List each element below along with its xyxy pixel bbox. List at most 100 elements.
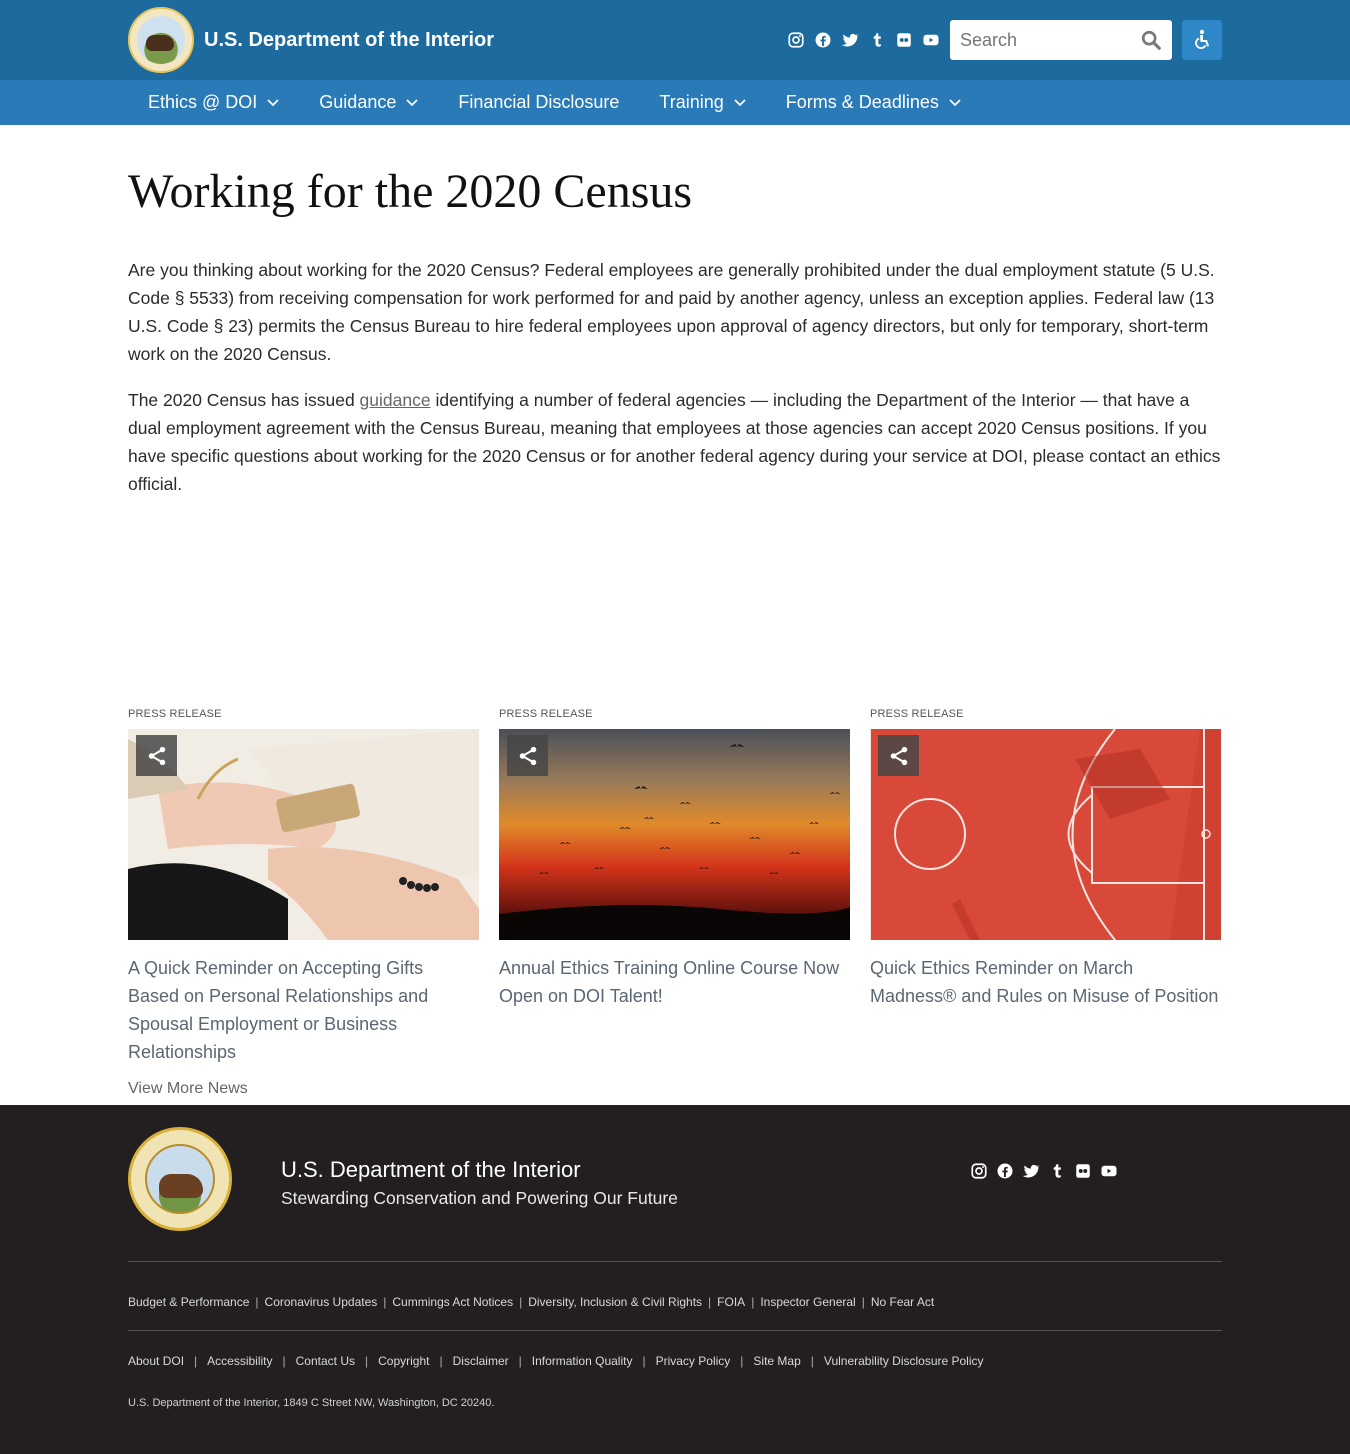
link-separator: | xyxy=(255,1295,259,1309)
link-separator: | xyxy=(751,1295,755,1309)
youtube-icon[interactable] xyxy=(922,31,940,49)
footer-link-information-quality[interactable]: Information Quality xyxy=(532,1354,633,1368)
nav-item-forms-deadlines[interactable]: Forms & Deadlines xyxy=(786,92,961,113)
footer-link-diversity[interactable]: Diversity, Inclusion & Civil Rights xyxy=(528,1295,702,1309)
card-image-sunset-birds[interactable] xyxy=(499,729,850,940)
link-separator: | xyxy=(439,1354,443,1368)
twitter-icon[interactable] xyxy=(841,31,859,49)
footer-link-no-fear-act[interactable]: No Fear Act xyxy=(871,1295,934,1309)
nav-item-label: Ethics @ DOI xyxy=(148,92,258,112)
link-separator: | xyxy=(708,1295,712,1309)
search-input[interactable] xyxy=(960,29,1130,51)
search-box xyxy=(950,20,1172,60)
nav-item-training[interactable]: Training xyxy=(659,92,746,113)
news-cards: PRESS RELEASE A Quick Reminder on Accept… xyxy=(128,708,1222,1066)
footer-link-coronavirus-updates[interactable]: Coronavirus Updates xyxy=(265,1295,378,1309)
nav-item-ethics-doi[interactable]: Ethics @ DOI xyxy=(148,92,279,113)
footer-divider xyxy=(128,1261,1222,1262)
facebook-icon[interactable] xyxy=(814,31,832,49)
link-separator: | xyxy=(810,1354,814,1368)
footer-tagline: Stewarding Conservation and Powering Our… xyxy=(281,1188,678,1208)
intro-paragraph: Are you thinking about working for the 2… xyxy=(128,260,1215,364)
basketball-court-photo xyxy=(870,729,1221,940)
share-button[interactable] xyxy=(507,735,548,776)
footer-links-primary: Budget & Performance | Coronavirus Update… xyxy=(128,1295,934,1309)
card-title[interactable]: A Quick Reminder on Accepting Gifts Base… xyxy=(128,954,479,1066)
share-button[interactable] xyxy=(878,735,919,776)
nav-item-label: Financial Disclosure xyxy=(458,92,620,112)
link-separator: | xyxy=(383,1295,387,1309)
card-kicker: PRESS RELEASE xyxy=(499,708,593,720)
footer-link-copyright[interactable]: Copyright xyxy=(378,1354,429,1368)
doi-seal-logo[interactable] xyxy=(128,7,194,73)
link-separator: | xyxy=(282,1354,286,1368)
facebook-icon[interactable] xyxy=(996,1162,1014,1180)
footer-link-site-map[interactable]: Site Map xyxy=(753,1354,800,1368)
footer-social-links xyxy=(970,1162,1118,1180)
doi-seal-logo[interactable] xyxy=(128,1127,232,1231)
tumblr-icon[interactable] xyxy=(1048,1162,1066,1180)
flickr-icon[interactable] xyxy=(1074,1162,1092,1180)
footer-title[interactable]: U.S. Department of the Interior xyxy=(281,1157,581,1183)
twitter-icon[interactable] xyxy=(1022,1162,1040,1180)
sunset-birds-photo xyxy=(499,729,850,940)
card-image-basketball-court[interactable] xyxy=(870,729,1221,940)
footer-link-accessibility[interactable]: Accessibility xyxy=(207,1354,272,1368)
card-image-gift-exchange[interactable] xyxy=(128,729,479,940)
chevron-down-icon xyxy=(734,98,746,106)
site-footer: U.S. Department of the Interior Stewardi… xyxy=(0,1105,1350,1454)
accessibility-button[interactable] xyxy=(1182,20,1222,60)
link-separator: | xyxy=(642,1354,646,1368)
share-icon xyxy=(890,746,907,765)
footer-link-budget-performance[interactable]: Budget & Performance xyxy=(128,1295,249,1309)
footer-divider xyxy=(128,1330,1222,1331)
page-title: Working for the 2020 Census xyxy=(128,165,693,218)
census-guidance-paragraph: The 2020 Census has issued guidance iden… xyxy=(128,386,1222,498)
site-header: U.S. Department of the Interior xyxy=(0,0,1350,80)
footer-address: U.S. Department of the Interior, 1849 C … xyxy=(128,1397,495,1409)
share-icon xyxy=(148,746,165,765)
chevron-down-icon xyxy=(949,98,961,106)
footer-link-about-doi[interactable]: About DOI xyxy=(128,1354,184,1368)
footer-link-privacy-policy[interactable]: Privacy Policy xyxy=(656,1354,731,1368)
chevron-down-icon xyxy=(406,98,418,106)
main-navigation: Ethics @ DOI Guidance Financial Disclosu… xyxy=(0,80,1350,125)
footer-link-cummings-act[interactable]: Cummings Act Notices xyxy=(392,1295,513,1309)
instagram-icon[interactable] xyxy=(970,1162,988,1180)
gift-hands-photo xyxy=(128,729,479,940)
news-card[interactable]: PRESS RELEASE Annual Ethics Training Onl… xyxy=(499,708,850,1066)
instagram-icon[interactable] xyxy=(787,31,805,49)
accessibility-icon xyxy=(1195,29,1209,49)
link-separator: | xyxy=(740,1354,744,1368)
footer-link-vulnerability-disclosure[interactable]: Vulnerability Disclosure Policy xyxy=(824,1354,984,1368)
footer-link-disclaimer[interactable]: Disclaimer xyxy=(453,1354,509,1368)
nav-item-label: Forms & Deadlines xyxy=(785,92,939,112)
news-card[interactable]: PRESS RELEASE A Quick Reminder on Accept… xyxy=(128,708,479,1066)
view-more-news-link[interactable]: View More News xyxy=(128,1080,248,1098)
nav-item-guidance[interactable]: Guidance xyxy=(319,92,418,113)
site-title[interactable]: U.S. Department of the Interior xyxy=(204,29,494,52)
footer-links-secondary: About DOI | Accessibility | Contact Us | Co… xyxy=(128,1354,984,1368)
card-kicker: PRESS RELEASE xyxy=(128,708,222,720)
card-title[interactable]: Annual Ethics Training Online Course Now… xyxy=(499,954,850,1010)
link-separator: | xyxy=(518,1354,522,1368)
nav-item-label: Training xyxy=(659,92,724,112)
youtube-icon[interactable] xyxy=(1100,1162,1118,1180)
link-separator: | xyxy=(365,1354,369,1368)
search-icon[interactable] xyxy=(1140,29,1162,51)
chevron-down-icon xyxy=(267,98,279,106)
guidance-link[interactable]: guidance xyxy=(360,390,431,410)
footer-link-inspector-general[interactable]: Inspector General xyxy=(760,1295,855,1309)
footer-link-foia[interactable]: FOIA xyxy=(717,1295,745,1309)
share-button[interactable] xyxy=(136,735,177,776)
header-social-links xyxy=(787,31,940,49)
tumblr-icon[interactable] xyxy=(868,31,886,49)
share-icon xyxy=(519,746,536,765)
card-title[interactable]: Quick Ethics Reminder on March Madness® … xyxy=(870,954,1221,1010)
flickr-icon[interactable] xyxy=(895,31,913,49)
news-card[interactable]: PRESS RELEASE Quick Ethics Reminder on M… xyxy=(870,708,1221,1066)
card-kicker: PRESS RELEASE xyxy=(870,708,964,720)
footer-link-contact-us[interactable]: Contact Us xyxy=(296,1354,355,1368)
nav-item-financial-disclosure[interactable]: Financial Disclosure xyxy=(458,92,619,113)
link-separator: | xyxy=(519,1295,523,1309)
